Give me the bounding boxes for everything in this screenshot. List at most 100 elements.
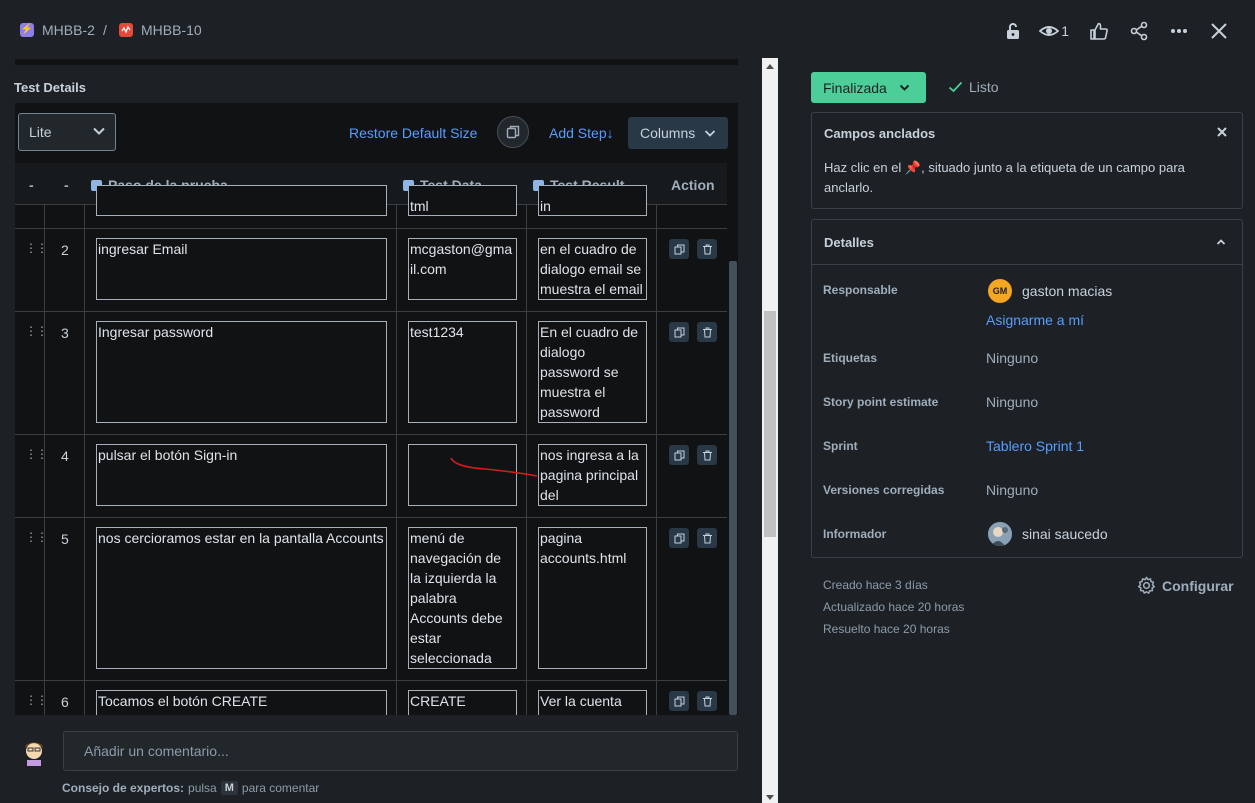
chevron-down-icon bbox=[93, 127, 105, 135]
table-row: ⋮⋮ 3 Ingresar password test1234 En el cu… bbox=[15, 312, 727, 435]
reporter-value[interactable]: sinai saucedo bbox=[1022, 526, 1108, 542]
pinned-fields-panel: Campos anclados Haz clic en el 📌, situad… bbox=[811, 112, 1243, 209]
issue-main-pane: Test Details Lite Restore Default Size A… bbox=[0, 58, 762, 803]
test-details-title: Test Details bbox=[14, 80, 87, 95]
table-row: tml in bbox=[15, 185, 727, 229]
labels-value[interactable]: Ninguno bbox=[986, 350, 1038, 366]
assign-to-me-link[interactable]: Asignarme a mí bbox=[986, 312, 1084, 328]
columns-label: Columns bbox=[640, 125, 696, 141]
breadcrumb-parent-label: MHBB-2 bbox=[42, 22, 95, 38]
page-scrollbar[interactable] bbox=[762, 58, 778, 803]
bug-icon bbox=[119, 23, 133, 37]
scroll-thumb[interactable] bbox=[764, 311, 776, 537]
gear-icon bbox=[1137, 576, 1156, 594]
clone-step-icon[interactable] bbox=[669, 528, 689, 548]
reporter-label: Informador bbox=[823, 527, 887, 541]
issue-actions: 1 bbox=[987, 18, 1233, 44]
step-number: 4 bbox=[61, 448, 69, 464]
breadcrumb-parent[interactable]: ⚡ MHBB-2 bbox=[20, 22, 95, 38]
red-annotation-stroke bbox=[450, 457, 538, 477]
drag-handle-icon[interactable]: ⋮⋮ bbox=[25, 693, 48, 707]
test-data-field[interactable]: CREATE bbox=[408, 690, 517, 715]
reporter-avatar bbox=[988, 522, 1012, 546]
share-icon[interactable] bbox=[1125, 18, 1153, 44]
test-result-field[interactable]: En el cuadro de dialogo password se mues… bbox=[538, 321, 647, 423]
drag-handle-icon[interactable]: ⋮⋮ bbox=[25, 447, 48, 461]
view-select-value: Lite bbox=[29, 124, 52, 140]
watch-button[interactable]: 1 bbox=[1039, 18, 1069, 44]
view-select[interactable]: Lite bbox=[18, 113, 116, 151]
like-icon[interactable] bbox=[1085, 18, 1113, 44]
breadcrumb-separator: / bbox=[103, 22, 107, 38]
test-result-field[interactable]: Ver la cuenta bbox=[538, 690, 647, 715]
sprint-value[interactable]: Tablero Sprint 1 bbox=[986, 438, 1084, 454]
step-field[interactable]: pulsar el botón Sign-in bbox=[96, 444, 387, 506]
breadcrumb-current[interactable]: MHBB-10 bbox=[119, 22, 202, 38]
clone-step-icon[interactable] bbox=[669, 322, 689, 342]
scroll-down-arrow-icon[interactable] bbox=[766, 795, 774, 800]
columns-button[interactable]: Columns bbox=[628, 117, 728, 149]
drag-handle-icon[interactable]: ⋮⋮ bbox=[25, 324, 48, 338]
user-avatar bbox=[25, 742, 43, 766]
clone-step-icon[interactable] bbox=[669, 239, 689, 259]
details-header[interactable]: Detalles bbox=[812, 220, 1242, 265]
delete-step-icon[interactable] bbox=[697, 691, 717, 711]
step-number: 6 bbox=[61, 694, 69, 710]
epic-lightning-icon: ⚡ bbox=[20, 23, 34, 37]
test-data-field[interactable]: test1234 bbox=[408, 321, 517, 423]
resolved-date: Resuelto hace 20 horas bbox=[823, 622, 950, 636]
grid-scrollbar[interactable] bbox=[729, 261, 737, 715]
delete-step-icon[interactable] bbox=[697, 528, 717, 548]
close-icon[interactable] bbox=[1216, 126, 1228, 138]
step-field[interactable]: ingresar Email bbox=[96, 238, 387, 300]
test-steps-grid: - - Paso de la prueba Test Data Test Res… bbox=[15, 163, 727, 715]
delete-step-icon[interactable] bbox=[697, 445, 717, 465]
test-data-field[interactable]: tml bbox=[408, 185, 517, 216]
table-row: ⋮⋮ 5 nos cercioramos estar en la pantall… bbox=[15, 518, 727, 681]
test-result-field[interactable]: en el cuadro de dialogo email se muestra… bbox=[538, 238, 647, 300]
step-field[interactable]: nos cercioramos estar en la pantalla Acc… bbox=[96, 527, 387, 669]
assignee-avatar: GM bbox=[988, 279, 1012, 303]
table-row: ⋮⋮ 4 pulsar el botón Sign-in nos ingresa… bbox=[15, 435, 727, 518]
assignee-value[interactable]: gaston macias bbox=[1022, 283, 1112, 299]
close-icon[interactable] bbox=[1205, 18, 1233, 44]
pinned-text: Haz clic en el 📌, situado junto a la eti… bbox=[824, 160, 1185, 195]
drag-handle-icon[interactable]: ⋮⋮ bbox=[25, 241, 48, 255]
divider-bar bbox=[15, 59, 738, 65]
header-number: - bbox=[64, 177, 69, 193]
pinned-title: Campos anclados bbox=[824, 126, 936, 141]
table-row: ⋮⋮ 6 Tocamos el botón CREATE CREATE Ver … bbox=[15, 681, 727, 715]
header-drag: - bbox=[29, 177, 34, 193]
more-icon[interactable] bbox=[1165, 18, 1193, 44]
test-data-field[interactable]: menú de navegación de la izquierda la pa… bbox=[408, 527, 517, 669]
step-field[interactable] bbox=[96, 185, 387, 216]
test-data-field[interactable]: mcgaston@gmail.com bbox=[408, 238, 517, 300]
delete-step-icon[interactable] bbox=[697, 239, 717, 259]
restore-default-size-button[interactable]: Restore Default Size bbox=[349, 125, 477, 141]
drag-handle-icon[interactable]: ⋮⋮ bbox=[25, 530, 48, 544]
clone-step-icon[interactable] bbox=[669, 691, 689, 711]
delete-step-icon[interactable] bbox=[697, 322, 717, 342]
lock-icon[interactable] bbox=[999, 18, 1027, 44]
test-result-field[interactable]: pagina accounts.html bbox=[538, 527, 647, 669]
configure-button[interactable]: Configurar bbox=[1137, 576, 1234, 595]
resolution: Listo bbox=[948, 79, 999, 95]
test-result-field[interactable]: in bbox=[538, 185, 647, 216]
fix-versions-value[interactable]: Ninguno bbox=[986, 482, 1038, 498]
story-points-value[interactable]: Ninguno bbox=[986, 394, 1038, 410]
tip-label: Consejo de expertos: bbox=[62, 781, 185, 795]
step-field[interactable]: Ingresar password bbox=[96, 321, 387, 423]
status-dropdown[interactable]: Finalizada bbox=[811, 72, 926, 103]
clone-step-icon[interactable] bbox=[669, 445, 689, 465]
step-number: 5 bbox=[61, 531, 69, 547]
test-toolbar: Lite Restore Default Size Add Step↓ Colu… bbox=[15, 103, 738, 163]
test-result-field[interactable]: nos ingresa a la pagina principal del ho… bbox=[538, 444, 647, 506]
shortcut-key: M bbox=[220, 781, 238, 795]
step-field[interactable]: Tocamos el botón CREATE bbox=[96, 690, 387, 715]
tip-text: pulsa bbox=[188, 781, 217, 795]
scroll-up-arrow-icon[interactable] bbox=[766, 64, 774, 69]
comment-input[interactable]: Añadir un comentario... bbox=[63, 731, 738, 771]
issue-header: ⚡ MHBB-2 / MHBB-10 1 bbox=[0, 0, 1255, 62]
add-step-button[interactable]: Add Step↓ bbox=[549, 125, 614, 141]
copy-icon[interactable] bbox=[497, 116, 529, 148]
